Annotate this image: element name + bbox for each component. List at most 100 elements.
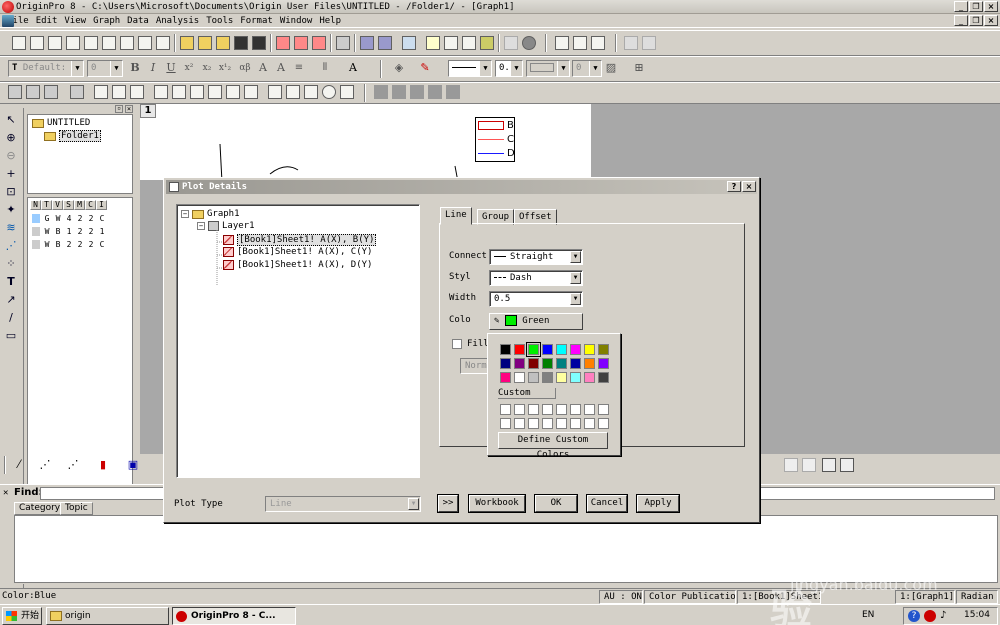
line-symbol-icon[interactable]: ⋰ [66, 457, 80, 473]
layer-icon-tool[interactable] [304, 85, 318, 99]
open-icon[interactable] [180, 36, 194, 50]
back-icon[interactable] [392, 85, 406, 99]
superscript-button[interactable]: x² [182, 60, 196, 76]
custom-color-swatch[interactable] [584, 418, 595, 429]
color-swatch[interactable] [526, 342, 541, 357]
color-swatch[interactable] [500, 372, 511, 383]
tree-node-plot-b[interactable]: [Book1]Sheet1! A(X), B(Y) [223, 234, 377, 246]
zoom-out-tool-icon[interactable] [26, 85, 40, 99]
col-header[interactable]: I [96, 200, 107, 210]
taskbar-item-originpro[interactable]: OriginPro 8 - C... [172, 607, 296, 625]
list-item[interactable]: G W 4 2 2 C [32, 214, 106, 223]
open-excel-icon[interactable] [216, 36, 230, 50]
tree-node-plot-c[interactable]: [Book1]Sheet1! A(X), C(Y) [223, 247, 372, 257]
child-close-button[interactable]: × [984, 15, 998, 26]
line-tool-icon[interactable]: / [4, 312, 18, 324]
whole-page-icon[interactable] [44, 85, 58, 99]
col-header[interactable]: T [41, 200, 52, 210]
data-selector-icon[interactable]: ✦ [4, 204, 18, 216]
import-wizard-icon[interactable] [312, 36, 326, 50]
cancel-button[interactable]: Cancel [587, 495, 627, 512]
list-item[interactable]: W B 1 2 2 1 [32, 227, 106, 236]
axis-top-icon[interactable] [172, 85, 186, 99]
duplicate-icon[interactable] [378, 36, 392, 50]
col-header[interactable]: S [63, 200, 74, 210]
zoom-out-icon[interactable]: ⊖ [4, 150, 18, 162]
symbol-size-select[interactable]: 0 ▼ [572, 60, 602, 77]
save-template-icon[interactable] [252, 36, 266, 50]
add-column-icon[interactable] [504, 36, 518, 50]
color-swatch[interactable] [514, 372, 525, 383]
line-plot-icon[interactable]: ⁄ [12, 457, 26, 473]
grid-icon[interactable]: ⊞ [632, 60, 646, 76]
text-tool-icon[interactable]: T [4, 276, 18, 288]
custom-color-swatch[interactable] [556, 404, 567, 415]
color-swatch[interactable] [556, 372, 567, 383]
fill-checkbox[interactable] [452, 339, 462, 349]
taskbar-item-origin-folder[interactable]: origin [46, 607, 169, 625]
screen-reader-icon[interactable]: + [4, 168, 18, 180]
arrow-tool-icon[interactable]: ↗ [4, 294, 18, 306]
data-reader-icon[interactable]: ⊡ [4, 186, 18, 198]
menu-view[interactable]: View [64, 16, 86, 26]
recalculate-icon[interactable] [522, 36, 536, 50]
draw-data-icon[interactable]: ≋ [4, 222, 18, 234]
col-header[interactable]: C [85, 200, 96, 210]
color-swatch[interactable] [500, 358, 511, 369]
greek-button[interactable]: αβ [236, 60, 254, 76]
custom-color-swatch[interactable] [570, 404, 581, 415]
group-objects-icon[interactable] [822, 458, 836, 472]
new-excel-icon[interactable] [66, 36, 80, 50]
align-right-icon[interactable] [802, 458, 816, 472]
font-color-button[interactable]: A [346, 60, 360, 76]
columns-button[interactable]: ⦀ [318, 60, 332, 76]
find-col-category[interactable]: Category [14, 502, 66, 515]
project-explorer-icon[interactable] [402, 36, 416, 50]
new-workbook-icon[interactable] [48, 36, 62, 50]
new-layout-icon[interactable] [138, 36, 152, 50]
import-multiple-icon[interactable] [294, 36, 308, 50]
graph-page[interactable] [140, 104, 591, 180]
forward-icon[interactable] [410, 85, 424, 99]
align-button[interactable]: ≡ [292, 60, 306, 76]
new-folder-icon[interactable] [30, 36, 44, 50]
line-color-icon[interactable]: ✎ [418, 60, 432, 76]
rectangle-tool-icon[interactable]: ▭ [4, 330, 18, 342]
italic-button[interactable]: I [146, 60, 160, 76]
color-swatch[interactable] [598, 358, 609, 369]
menu-tools[interactable]: Tools [206, 16, 233, 26]
tab-line[interactable]: Line [440, 207, 472, 225]
tree-folder1[interactable]: Folder1 [44, 130, 101, 142]
image-plot-icon[interactable]: ▣ [126, 457, 140, 473]
width-select[interactable]: 0.5 ▼ [489, 291, 583, 307]
bold-button[interactable]: B [128, 60, 142, 76]
code-builder-icon[interactable] [462, 36, 476, 50]
color-swatch[interactable] [542, 344, 553, 355]
dialog-help-button[interactable]: ? [727, 181, 741, 192]
axis-tb-icon[interactable] [244, 85, 258, 99]
color-swatch[interactable] [528, 372, 539, 383]
legend-icon[interactable] [268, 85, 282, 99]
table-icon[interactable] [340, 85, 354, 99]
layer-number[interactable]: 1 [140, 104, 156, 118]
line-style-select[interactable]: ▼ [448, 60, 492, 77]
copy-icon[interactable] [573, 36, 587, 50]
color-picker-button[interactable]: ✎ Green [489, 313, 583, 330]
color-swatch[interactable] [570, 372, 581, 383]
apply-button[interactable]: Apply [637, 495, 679, 512]
child-minimize-button[interactable]: _ [954, 15, 968, 26]
color-swatch[interactable] [514, 344, 525, 355]
decrease-font-button[interactable]: A [274, 60, 288, 76]
align-objects-icon[interactable] [446, 85, 460, 99]
menu-analysis[interactable]: Analysis [156, 16, 199, 26]
custom-color-swatch[interactable] [528, 404, 539, 415]
symbol-shape-select[interactable]: ▼ [526, 60, 570, 77]
zoom-in-tool-icon[interactable] [8, 85, 22, 99]
scatter-plot-icon[interactable]: ⋰ [38, 457, 52, 473]
subscript-button[interactable]: x₂ [200, 60, 214, 76]
child-restore-button[interactable]: ❐ [969, 15, 983, 26]
add-right-y-icon[interactable] [130, 85, 144, 99]
new-function-icon[interactable] [120, 36, 134, 50]
font-name-select[interactable]: T Default: ▼ [8, 60, 84, 77]
ungroup-objects-icon[interactable] [840, 458, 854, 472]
